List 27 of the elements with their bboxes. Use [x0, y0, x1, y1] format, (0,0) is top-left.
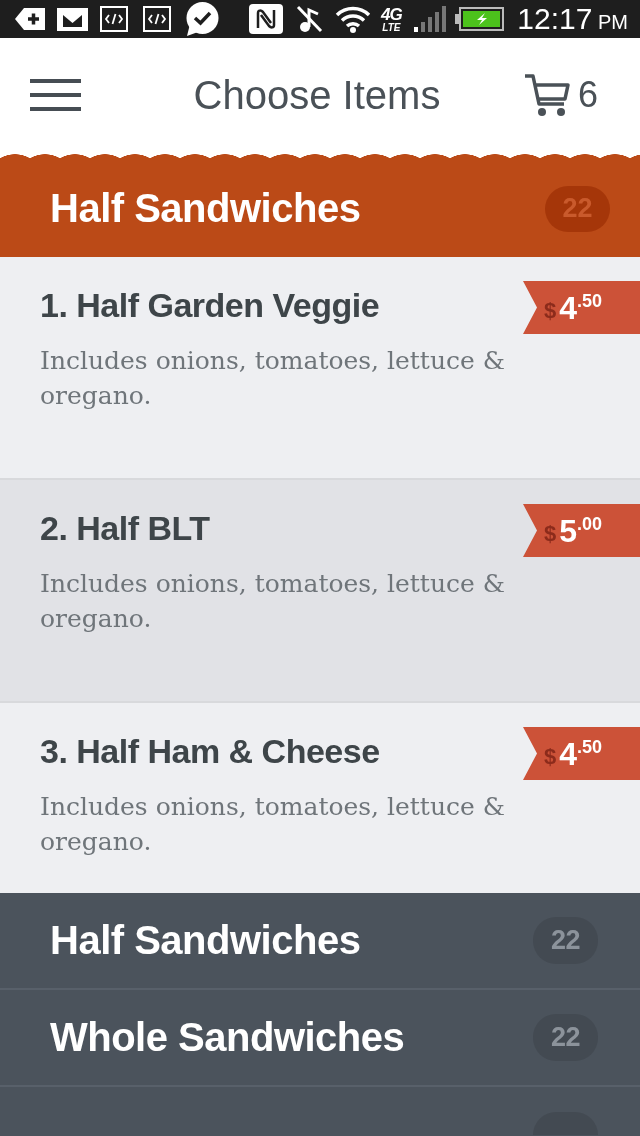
item-description: Includes onions, tomatoes, lettuce & oregano.	[40, 791, 506, 858]
item-title: 1. Half Garden Veggie	[40, 285, 381, 326]
cart-icon[interactable]	[523, 73, 570, 117]
cart-count[interactable]: 6	[577, 77, 598, 113]
count-badge: 22	[533, 1014, 598, 1061]
wifi-icon	[335, 5, 371, 33]
mail-icon	[57, 7, 88, 31]
item-description: Includes onions, tomatoes, lettuce & oregano.	[40, 345, 506, 412]
battery-charging-icon	[454, 7, 504, 31]
count-badge: 22	[533, 917, 598, 964]
category-item[interactable]: Half Sandwiches 22	[0, 893, 640, 990]
item-title: 3. Half Ham & Cheese	[40, 731, 381, 772]
signal-icon	[413, 6, 447, 32]
code-icon	[100, 6, 128, 32]
item-description: Includes onions, tomatoes, lettuce & oregano.	[40, 568, 506, 635]
menu-icon[interactable]	[30, 79, 81, 111]
page-title: Choose Items	[193, 72, 441, 118]
clock-text: 12:17 PM	[517, 4, 628, 34]
network-type-label: LTE	[382, 22, 401, 33]
tag-plus-icon	[15, 8, 45, 30]
nfc-icon	[249, 4, 283, 34]
network-generation-label: 4G	[381, 5, 402, 23]
item-title: 2. Half BLT	[40, 508, 211, 549]
code-icon	[143, 6, 171, 32]
music-off-icon	[296, 5, 323, 33]
category-item[interactable]: Whole Sandwiches 22	[0, 990, 640, 1087]
section-title: Half Sandwiches	[50, 186, 361, 231]
